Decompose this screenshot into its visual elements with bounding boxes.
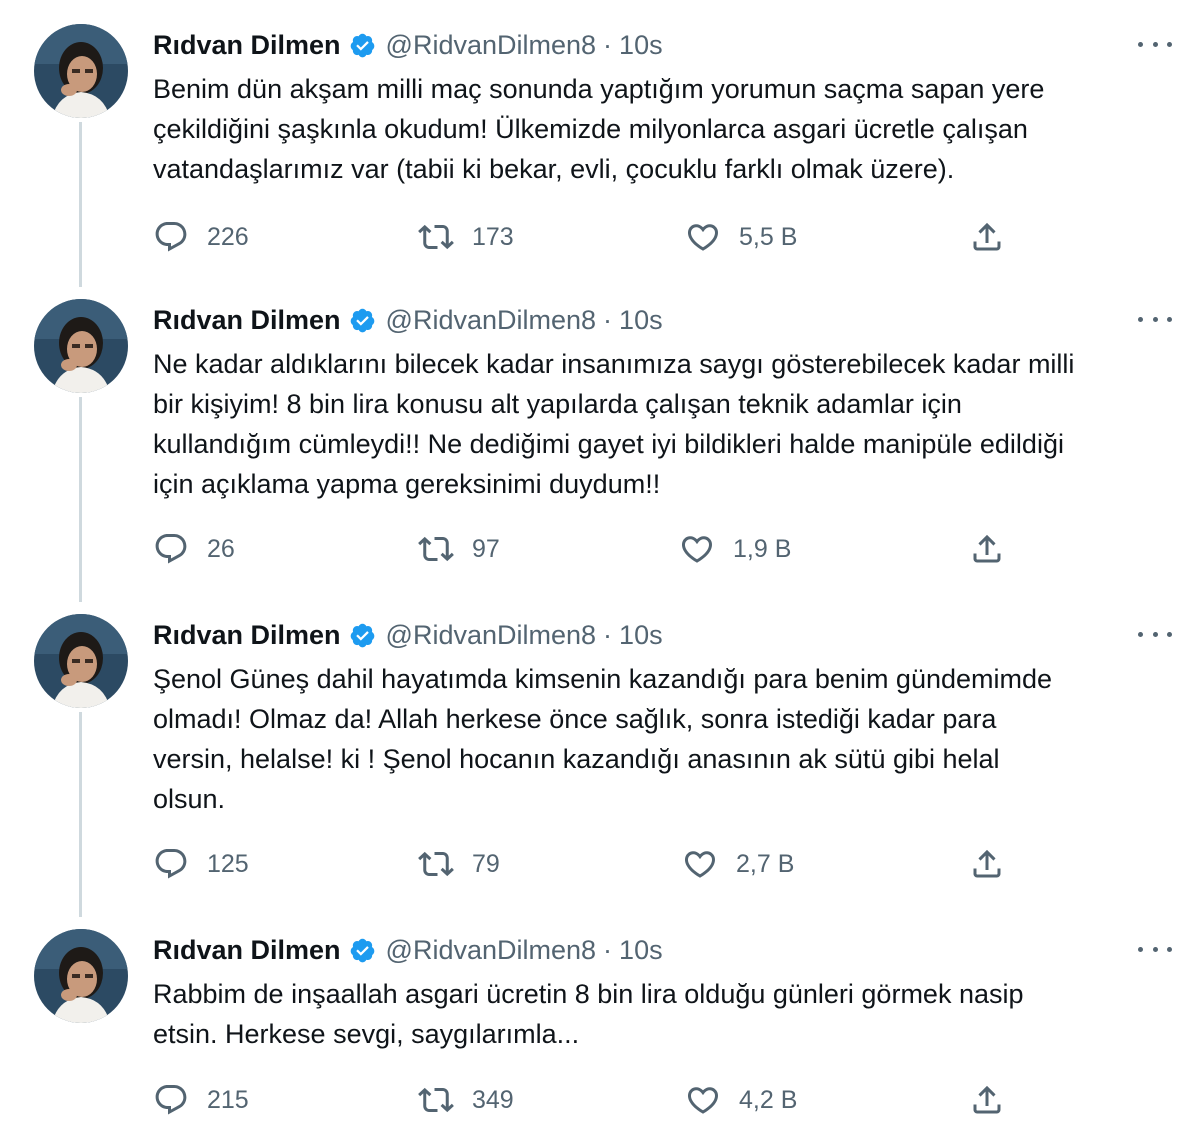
author-handle[interactable]: @RidvanDilmen8 <box>386 30 597 61</box>
like-button[interactable]: 4,2 B <box>685 1080 797 1120</box>
retweet-count: 79 <box>472 849 500 878</box>
retweet-button[interactable]: 79 <box>418 844 500 884</box>
reply-button[interactable]: 125 <box>153 844 249 884</box>
tweet-actions: 226 173 5,5 B <box>153 217 1153 257</box>
like-icon <box>687 1087 719 1114</box>
author-name[interactable]: Rıdvan Dilmen <box>153 305 341 336</box>
avatar[interactable] <box>34 24 128 118</box>
share-button[interactable] <box>969 217 1005 257</box>
separator-dot: · <box>603 304 613 335</box>
like-icon <box>687 224 719 251</box>
like-icon <box>684 851 716 878</box>
share-icon <box>973 849 1001 878</box>
profile-photo-icon <box>34 614 128 708</box>
reply-icon <box>155 1085 187 1115</box>
retweet-button[interactable]: 173 <box>418 217 514 257</box>
retweet-button[interactable]: 97 <box>418 529 500 569</box>
retweet-icon <box>418 851 454 877</box>
verified-badge-icon <box>349 32 376 59</box>
profile-photo-icon <box>34 24 128 118</box>
retweet-button[interactable]: 349 <box>418 1080 514 1120</box>
verified-badge-icon <box>349 307 376 334</box>
author-handle[interactable]: @RidvanDilmen8 <box>386 305 597 336</box>
like-count: 1,9 B <box>733 534 792 563</box>
verified-badge-icon <box>349 937 376 964</box>
tweet-header: Rıdvan Dilmen @RidvanDilmen8 · 10s <box>153 933 663 967</box>
separator-dot: · <box>603 934 613 965</box>
like-icon <box>681 536 713 563</box>
author-name[interactable]: Rıdvan Dilmen <box>153 620 341 651</box>
reply-count: 226 <box>207 222 249 251</box>
reply-count: 215 <box>207 1085 249 1114</box>
more-options-icon[interactable] <box>1138 937 1172 961</box>
tweet-header: Rıdvan Dilmen @RidvanDilmen8 · 10s <box>153 618 663 652</box>
tweet-header: Rıdvan Dilmen @RidvanDilmen8 · 10s <box>153 28 663 62</box>
reply-button[interactable]: 215 <box>153 1080 249 1120</box>
author-name[interactable]: Rıdvan Dilmen <box>153 30 341 61</box>
reply-icon <box>155 849 187 879</box>
retweet-count: 173 <box>472 222 514 251</box>
timestamp[interactable]: 10s <box>619 620 663 651</box>
tweet-actions: 215 349 4,2 B <box>153 1080 1153 1120</box>
avatar[interactable] <box>34 929 128 1023</box>
reply-icon <box>155 222 187 252</box>
more-options-icon[interactable] <box>1138 32 1172 56</box>
share-icon <box>973 534 1001 563</box>
profile-photo-icon <box>34 929 128 1023</box>
reply-count: 125 <box>207 849 249 878</box>
tweet-text: Rabbim de inşaallah asgari ücretin 8 bin… <box>153 979 1024 1049</box>
timestamp[interactable]: 10s <box>619 935 663 966</box>
like-button[interactable]: 1,9 B <box>679 529 791 569</box>
retweet-count: 97 <box>472 534 500 563</box>
verified-badge-icon <box>349 622 376 649</box>
retweet-icon <box>418 536 454 562</box>
reply-icon <box>155 534 187 564</box>
avatar[interactable] <box>34 614 128 708</box>
profile-photo-icon <box>34 299 128 393</box>
retweet-icon <box>418 224 454 250</box>
reply-button[interactable]: 26 <box>153 529 235 569</box>
tweet-text: Benim dün akşam milli maç sonunda yaptığ… <box>153 74 1045 184</box>
more-options-icon[interactable] <box>1138 622 1172 646</box>
share-icon <box>973 222 1001 251</box>
like-button[interactable]: 2,7 B <box>682 844 794 884</box>
share-button[interactable] <box>969 529 1005 569</box>
reply-button[interactable]: 226 <box>153 217 249 257</box>
separator-dot: · <box>603 619 613 650</box>
tweet-header: Rıdvan Dilmen @RidvanDilmen8 · 10s <box>153 303 663 337</box>
share-button[interactable] <box>969 1080 1005 1120</box>
share-button[interactable] <box>969 844 1005 884</box>
tweet-actions: 125 79 2,7 B <box>153 844 1153 884</box>
thread-line <box>79 122 82 287</box>
like-button[interactable]: 5,5 B <box>685 217 797 257</box>
timestamp[interactable]: 10s <box>619 30 663 61</box>
share-icon <box>973 1085 1001 1114</box>
reply-count: 26 <box>207 534 235 563</box>
tweet-actions: 26 97 1,9 B <box>153 529 1153 569</box>
timestamp[interactable]: 10s <box>619 305 663 336</box>
separator-dot: · <box>603 29 613 60</box>
tweet-text: Ne kadar aldıklarını bilecek kadar insan… <box>153 349 1075 499</box>
author-handle[interactable]: @RidvanDilmen8 <box>386 620 597 651</box>
tweet-text: Şenol Güneş dahil hayatımda kimsenin kaz… <box>153 664 1053 814</box>
retweet-count: 349 <box>472 1085 514 1114</box>
retweet-icon <box>418 1087 454 1113</box>
like-count: 2,7 B <box>736 849 795 878</box>
like-count: 5,5 B <box>739 222 798 251</box>
more-options-icon[interactable] <box>1138 307 1172 331</box>
author-name[interactable]: Rıdvan Dilmen <box>153 935 341 966</box>
avatar[interactable] <box>34 299 128 393</box>
thread-line <box>79 712 82 917</box>
thread-line <box>79 397 82 602</box>
author-handle[interactable]: @RidvanDilmen8 <box>386 935 597 966</box>
like-count: 4,2 B <box>739 1085 798 1114</box>
